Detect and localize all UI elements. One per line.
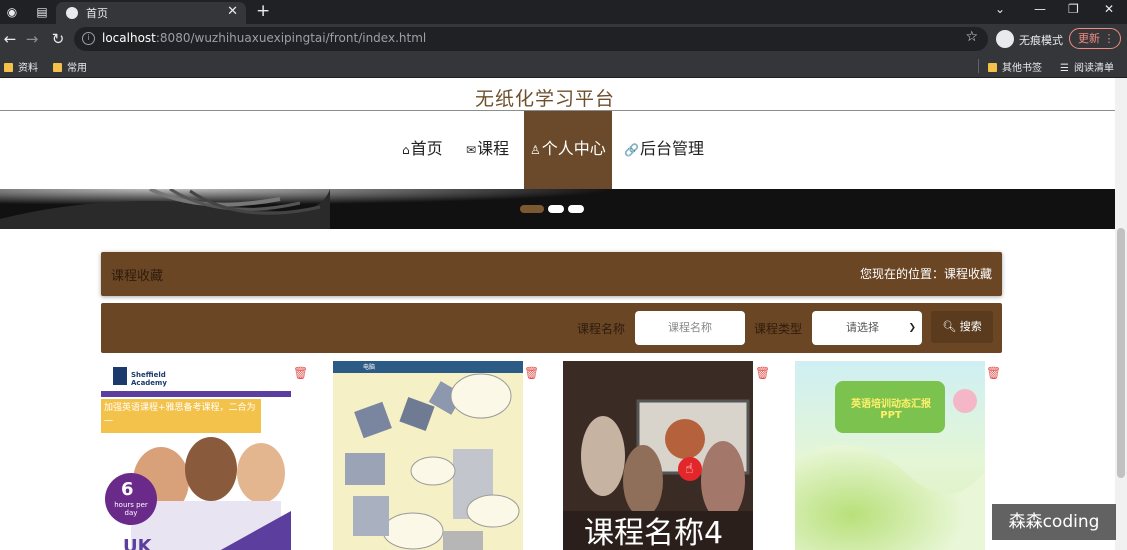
poster-badge-text: hours per day	[114, 501, 148, 517]
browser-tab[interactable]: 首页 ✕	[56, 2, 246, 24]
window-close-icon[interactable]: ✕	[1104, 2, 1114, 16]
carousel-dot-1[interactable]	[520, 205, 544, 213]
search-button[interactable]: 🔍︎ 搜索	[931, 311, 993, 343]
course-name-label: 课程名称	[577, 322, 626, 336]
nav-item-personal-center[interactable]: ♙个人中心	[524, 111, 612, 189]
carousel-dot-2[interactable]	[548, 205, 564, 213]
folder-icon	[53, 63, 62, 72]
tab-close-icon[interactable]: ✕	[227, 4, 238, 19]
bookmarks-bar: 资料 常用 其他书签 ☰ 阅读清单	[0, 54, 1127, 78]
banner-carousel	[0, 189, 1115, 229]
minimize-icon[interactable]: —	[1034, 2, 1046, 16]
course-card-1[interactable]: Sheffield Academy 加强英语课程+雅思备考课程，二合为一 6 h…	[101, 361, 291, 550]
url-text: localhost:8080/wuzhihuaxuexipingtai/fron…	[102, 31, 427, 45]
poster-headline: 加强英语课程+雅思备考课程，二合为一	[104, 403, 256, 427]
site-info-icon[interactable]: i	[82, 32, 95, 45]
poster-caption: 电脑	[363, 364, 376, 371]
home-icon: ⌂	[402, 143, 410, 157]
tab-search-icon[interactable]: ▤	[32, 3, 52, 21]
breadcrumb-bar: 课程收藏 您现在的位置：课程收藏	[101, 252, 1002, 296]
watermark: 森森coding	[992, 504, 1116, 540]
course-name-input[interactable]: 课程名称	[635, 311, 745, 345]
breadcrumb: 您现在的位置：课程收藏	[859, 267, 992, 281]
nav-item-courses[interactable]: ✉课程	[466, 111, 509, 189]
forward-icon[interactable]: →	[22, 29, 42, 49]
tab-list-chevron-icon[interactable]: ⌄	[995, 2, 1005, 16]
browser-menu-icon[interactable]: ◉	[2, 3, 22, 21]
folder-icon	[4, 63, 13, 72]
bookmark-folder-changyong[interactable]: 常用	[53, 59, 87, 74]
poster-badge-number: 6	[121, 479, 134, 500]
course-card-3[interactable]: 课程名称4 ☝	[563, 361, 753, 550]
poster-caption: 英语培训动态汇报PPT	[851, 399, 931, 421]
course-poster-1	[101, 361, 291, 550]
browser-tabstrip: ◉ ▤ 首页 ✕ + ⌄ — ❐ ✕	[0, 0, 1127, 24]
browser-toolbar: ← → ↻ i localhost:8080/wuzhihuaxuexiping…	[0, 24, 1127, 54]
trash-icon[interactable]: 🗑︎	[986, 366, 1001, 380]
incognito-label: 无痕模式	[1019, 34, 1063, 47]
course-poster-2	[333, 361, 523, 550]
carousel-dot-3[interactable]	[568, 205, 584, 213]
chevron-down-icon: ❯	[908, 323, 916, 333]
bookmark-other[interactable]: 其他书签	[988, 59, 1042, 74]
folder-icon	[988, 63, 997, 72]
reading-list-icon: ☰	[1060, 63, 1069, 74]
search-bar: 课程名称 课程名称 课程类型 请选择 ❯ 🔍︎ 搜索	[101, 303, 1002, 353]
update-button[interactable]: 更新 ⋮	[1069, 28, 1121, 49]
reload-icon[interactable]: ↻	[48, 29, 68, 49]
main-nav: ⌂首页 ✉课程 ♙个人中心 🔗后台管理	[0, 111, 1115, 189]
course-type-select[interactable]: 请选择 ❯	[812, 311, 922, 345]
incognito-icon	[996, 30, 1014, 48]
site-title: 无纸化学习平台	[474, 88, 615, 110]
card-caption: 课程名称4	[584, 516, 724, 550]
scrollbar-thumb[interactable]	[1117, 228, 1125, 478]
nav-item-admin[interactable]: 🔗后台管理	[624, 111, 704, 189]
tab-title: 首页	[86, 7, 108, 20]
course-type-label: 课程类型	[754, 322, 803, 336]
trash-icon[interactable]: 🗑︎	[524, 366, 539, 380]
bookmark-star-icon[interactable]: ☆	[965, 29, 978, 45]
link-icon: 🔗	[624, 143, 639, 157]
poster-school-name: Sheffield Academy	[131, 371, 167, 387]
hand-cursor-icon: ☝	[685, 461, 694, 477]
reading-list[interactable]: ☰ 阅读清单	[1060, 59, 1114, 74]
back-icon[interactable]: ←	[0, 29, 20, 49]
bookmark-folder-ziliao[interactable]: 资料	[4, 59, 38, 74]
new-tab-icon[interactable]: +	[256, 1, 270, 21]
search-icon: 🔍︎	[942, 320, 957, 333]
poster-country: UK	[123, 536, 152, 550]
restore-icon[interactable]: ❐	[1068, 2, 1079, 16]
section-title: 课程收藏	[111, 269, 164, 284]
address-bar[interactable]: i localhost:8080/wuzhihuaxuexipingtai/fr…	[74, 27, 988, 51]
trash-icon[interactable]: 🗑︎	[755, 366, 770, 380]
trash-icon[interactable]: 🗑︎	[293, 366, 308, 380]
course-poster-4	[795, 361, 985, 550]
course-card-2[interactable]: 电脑	[333, 361, 523, 550]
page-scrollbar[interactable]	[1115, 78, 1127, 550]
user-icon: ♙	[530, 143, 541, 157]
bookmarks-divider	[978, 59, 979, 73]
course-card-4[interactable]: 英语培训动态汇报PPT	[795, 361, 985, 550]
mail-icon: ✉	[466, 143, 477, 157]
page: 无纸化学习平台 ⌂首页 ✉课程 ♙个人中心 🔗后台管理 课程收藏 您现在的位置：…	[0, 78, 1127, 550]
nav-item-home[interactable]: ⌂首页	[402, 111, 443, 189]
tab-favicon-icon	[66, 7, 78, 19]
